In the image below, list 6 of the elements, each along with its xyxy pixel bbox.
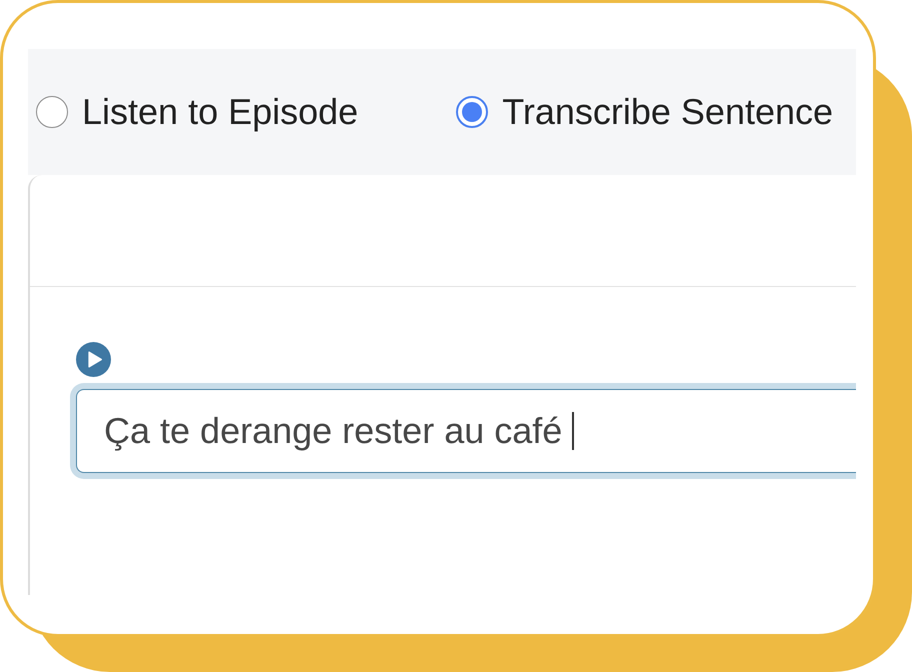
play-icon[interactable] (76, 342, 111, 377)
text-cursor (572, 412, 574, 450)
radio-label[interactable]: Transcribe Sentence (502, 91, 834, 133)
radio-button[interactable] (36, 96, 68, 128)
radio-label[interactable]: Listen to Episode (82, 91, 358, 133)
radio-button[interactable] (456, 96, 488, 128)
